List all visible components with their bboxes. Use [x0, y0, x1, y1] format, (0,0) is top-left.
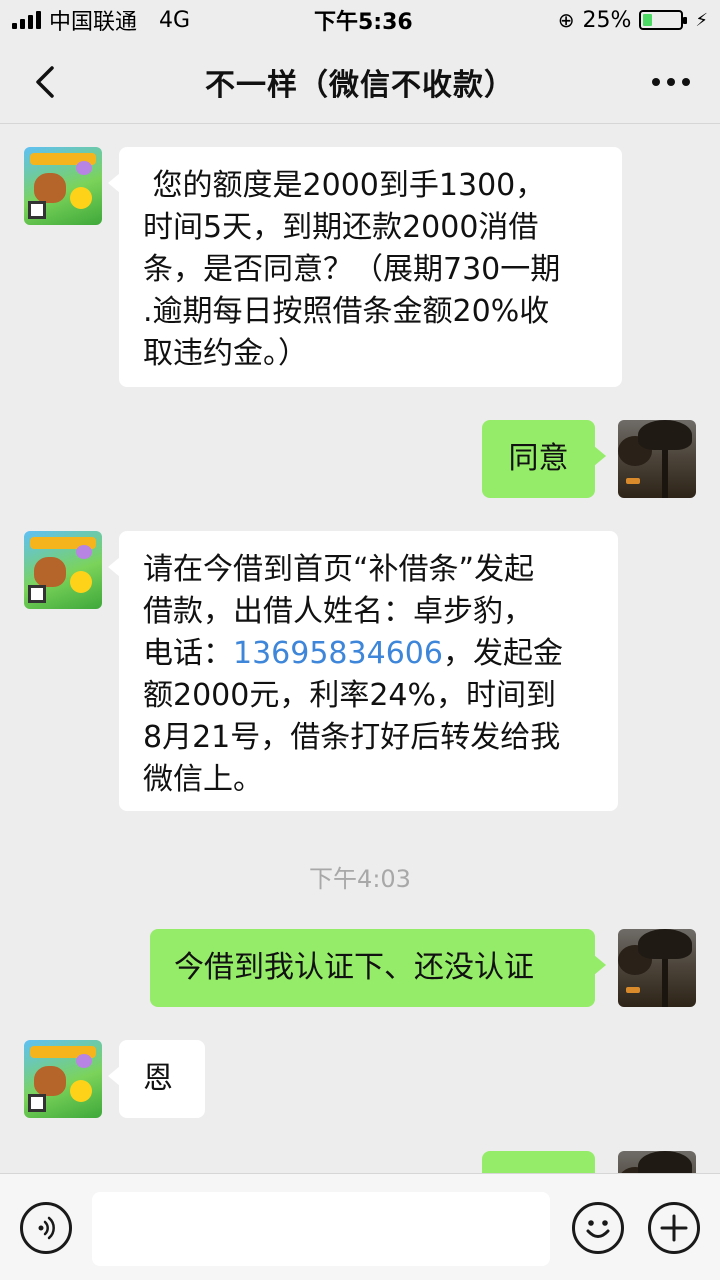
contact-avatar[interactable] [24, 1040, 102, 1118]
more-button[interactable] [652, 78, 690, 86]
signal-icon [12, 11, 41, 29]
plus-icon [660, 1214, 688, 1242]
charging-icon: ⚡ [695, 9, 708, 31]
message-bubble[interactable]: 您的额度是2000到手1300， 时间5天，到期还款2000消借 条，是否同意？… [108, 147, 622, 387]
phone-link[interactable]: 13695834606 [233, 636, 443, 671]
more-dots-icon [652, 78, 660, 86]
self-avatar[interactable] [618, 929, 696, 1007]
battery-percent: 25% [582, 7, 632, 33]
contact-avatar[interactable] [24, 531, 102, 609]
message-list[interactable]: 您的额度是2000到手1300， 时间5天，到期还款2000消借 条，是否同意？… [0, 125, 720, 1173]
message-bubble[interactable]: 同意 [482, 420, 606, 498]
carrier-label: 中国联通 [49, 10, 138, 35]
chat-header: 不一样（微信不收款） [0, 40, 720, 124]
self-avatar[interactable] [618, 1151, 696, 1173]
self-avatar[interactable] [618, 420, 696, 498]
voice-icon [38, 1216, 55, 1240]
status-bar: 中国联通 4G 下午5:36 ⊕ 25% ⚡ [0, 0, 720, 40]
emoji-button[interactable] [572, 1202, 624, 1254]
message-input[interactable] [92, 1192, 550, 1266]
message-bubble[interactable]: 今借到我认证下、还没认证 [150, 929, 606, 1007]
message-bubble[interactable]: 请在今借到首页“补借条”发起 借款，出借人姓名：卓步豹， 电话：13695834… [108, 531, 618, 811]
rotation-lock-icon: ⊕ [557, 8, 575, 32]
voice-button[interactable] [20, 1202, 72, 1254]
battery-icon [639, 10, 688, 30]
chat-title: 不一样（微信不收款） [205, 67, 515, 103]
contact-avatar[interactable] [24, 147, 102, 225]
message-timestamp: 下午4:03 [309, 865, 411, 893]
add-button[interactable] [648, 1202, 700, 1254]
clock: 下午5:36 [314, 10, 413, 35]
back-button[interactable] [28, 62, 68, 102]
input-bar [0, 1173, 720, 1280]
network-label: 4G [159, 7, 191, 33]
emoji-icon [586, 1220, 610, 1238]
message-bubble[interactable] [482, 1151, 595, 1173]
chevron-left-icon [36, 66, 54, 98]
message-bubble[interactable]: 恩 [108, 1040, 205, 1118]
